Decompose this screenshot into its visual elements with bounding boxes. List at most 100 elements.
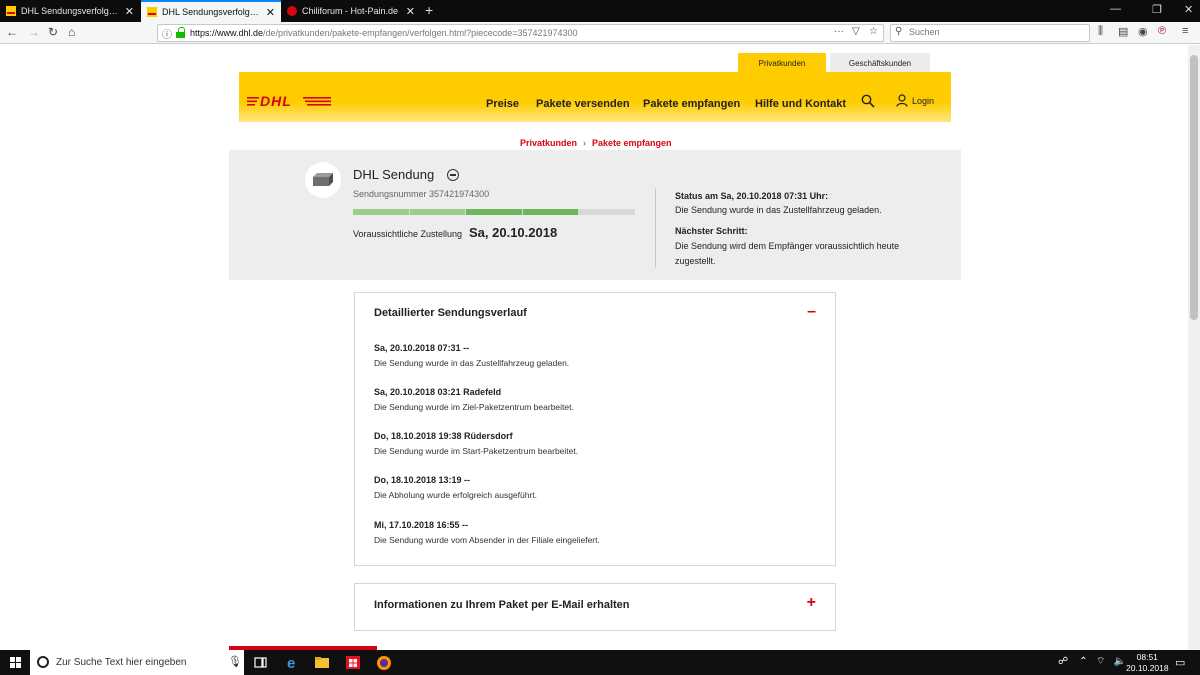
event-text: Die Abholung wurde erfolgreich ausgeführ… bbox=[374, 490, 538, 500]
search-icon[interactable] bbox=[861, 94, 875, 108]
taskbar-search[interactable]: Zur Suche Text hier eingeben 🎙 bbox=[30, 650, 244, 675]
lock-icon[interactable] bbox=[176, 27, 185, 38]
close-tab-icon[interactable]: ✕ bbox=[266, 6, 275, 19]
expand-plus-icon[interactable]: + bbox=[807, 594, 816, 612]
package-icon bbox=[313, 173, 333, 186]
microphone-icon[interactable]: 🎙 bbox=[228, 655, 242, 668]
close-tab-icon[interactable]: ✕ bbox=[406, 5, 415, 18]
cortana-icon bbox=[37, 656, 49, 668]
chevron-up-icon[interactable]: ⌃ bbox=[1079, 656, 1087, 667]
dhl-logo[interactable]: DHL bbox=[247, 94, 331, 108]
minimize-icon[interactable]: — bbox=[1110, 3, 1121, 15]
windows-taskbar: Zur Suche Text hier eingeben 🎙 e ☍ ⌃ ⌔ 🔈… bbox=[0, 650, 1200, 675]
chili-favicon-icon bbox=[287, 6, 297, 16]
nav-pakete-versenden[interactable]: Pakete versenden bbox=[536, 98, 630, 110]
nav-pakete-empfangen[interactable]: Pakete empfangen bbox=[643, 98, 740, 110]
task-view-icon[interactable] bbox=[253, 655, 269, 670]
event-date: Sa, 20.10.2018 03:21 Radefeld bbox=[374, 387, 502, 397]
page-actions-icon[interactable]: ··· bbox=[834, 26, 844, 37]
event-date: Mi, 17.10.2018 16:55 -- bbox=[374, 520, 469, 530]
tab-chiliforum[interactable]: Chiliforum - Hot-Pain.de ✕ bbox=[281, 0, 421, 22]
menu-icon[interactable]: ≡ bbox=[1182, 25, 1188, 37]
collapse-icon[interactable] bbox=[447, 169, 459, 181]
new-tab-icon[interactable]: + bbox=[425, 2, 433, 18]
tab-title: DHL Sendungsverfolgung - de bbox=[21, 6, 119, 16]
event-date: Sa, 20.10.2018 07:31 -- bbox=[374, 343, 470, 353]
clock-time: 08:51 bbox=[1136, 652, 1158, 662]
info-icon[interactable]: ⓘ bbox=[162, 26, 172, 41]
history-event: Sa, 20.10.2018 03:21 Radefeld Die Sendun… bbox=[374, 387, 574, 412]
event-date: Do, 18.10.2018 19:38 Rüdersdorf bbox=[374, 431, 513, 441]
tracking-number: Sendungsnummer 357421974300 bbox=[353, 189, 490, 199]
svg-text:e: e bbox=[287, 655, 295, 670]
home-icon[interactable]: ⌂ bbox=[68, 25, 75, 39]
file-explorer-icon[interactable] bbox=[314, 655, 330, 670]
restore-icon[interactable]: ❐ bbox=[1152, 3, 1162, 16]
status-heading: Status am Sa, 20.10.2018 07:31 Uhr: bbox=[675, 191, 829, 201]
progress-bar bbox=[353, 209, 635, 215]
event-text: Die Sendung wurde im Start-Paketzentrum … bbox=[374, 446, 579, 456]
history-event: Do, 18.10.2018 13:19 -- Die Abholung wur… bbox=[374, 475, 537, 500]
back-icon[interactable]: ← bbox=[6, 25, 18, 39]
breadcrumb: Privatkunden › Pakete empfangen bbox=[520, 138, 672, 148]
web-page: Privatkunden Geschäftskunden DHL Preise … bbox=[0, 45, 1188, 650]
clock[interactable]: 08:51 20.10.2018 bbox=[1126, 652, 1169, 674]
user-icon bbox=[896, 94, 908, 107]
browser-tab-strip: DHL Sendungsverfolgung - de ✕ DHL Sendun… bbox=[0, 0, 1200, 22]
url-path: /de/privatkunden/pakete-empfangen/verfol… bbox=[263, 28, 578, 38]
shipment-title: DHL Sendung bbox=[353, 167, 435, 182]
package-icon-circle bbox=[305, 162, 341, 198]
login-label: Login bbox=[912, 95, 935, 106]
dhl-favicon-icon bbox=[147, 7, 157, 17]
collapse-minus-icon[interactable]: – bbox=[807, 303, 816, 321]
reload-icon[interactable]: ↻ bbox=[48, 25, 58, 39]
breadcrumb-pakete-empfangen[interactable]: Pakete empfangen bbox=[592, 138, 672, 148]
email-info-panel: Informationen zu Ihrem Paket per E-Mail … bbox=[354, 583, 836, 631]
nav-hilfe-und-kontakt[interactable]: Hilfe und Kontakt bbox=[755, 98, 846, 110]
shipment-summary: DHL Sendung Sendungsnummer 357421974300 … bbox=[229, 150, 961, 280]
tab-dhl-sendungsverfolgung[interactable]: DHL Sendungsverfolgung ✕ bbox=[141, 0, 281, 22]
tab-title: DHL Sendungsverfolgung bbox=[162, 7, 260, 17]
search-input[interactable] bbox=[909, 27, 1084, 37]
progress-step-done bbox=[353, 209, 409, 215]
notification-icon[interactable]: ▭ bbox=[1175, 656, 1185, 669]
history-title[interactable]: Detaillierter Sendungsverlauf bbox=[374, 307, 527, 319]
edge-icon[interactable]: e bbox=[285, 655, 301, 670]
progress-step-done bbox=[522, 209, 579, 215]
sidebar-icon[interactable]: ▤ bbox=[1118, 25, 1128, 38]
store-icon[interactable] bbox=[345, 655, 361, 670]
scrollbar-thumb[interactable] bbox=[1190, 55, 1198, 320]
firefox-icon[interactable] bbox=[376, 655, 392, 670]
url-host: https://www.dhl.de bbox=[190, 28, 264, 38]
forward-icon[interactable]: → bbox=[28, 25, 40, 39]
volume-icon[interactable]: 🔈 bbox=[1114, 656, 1126, 667]
sync-icon[interactable]: ◉ bbox=[1138, 25, 1148, 38]
people-icon[interactable]: ☍ bbox=[1058, 656, 1068, 667]
next-step-text: Die Sendung wird dem Empfänger voraussic… bbox=[675, 241, 900, 266]
windows-start-icon[interactable] bbox=[10, 657, 21, 668]
tab-dhl-sendungsverfolgung-de[interactable]: DHL Sendungsverfolgung - de ✕ bbox=[0, 0, 140, 22]
taskbar-search-placeholder: Zur Suche Text hier eingeben bbox=[56, 657, 187, 668]
search-bar[interactable]: ⚲ bbox=[890, 24, 1090, 42]
login-button[interactable]: Login bbox=[896, 94, 934, 107]
library-icon[interactable]: ⫼ bbox=[1098, 25, 1103, 38]
pocket-icon[interactable]: ▽ bbox=[852, 26, 860, 37]
eta-label: Voraussichtliche Zustellung bbox=[353, 229, 463, 239]
history-event: Do, 18.10.2018 19:38 Rüdersdorf Die Send… bbox=[374, 431, 578, 456]
address-bar[interactable]: ⓘ https://www.dhl.de/de/privatkunden/pak… bbox=[157, 24, 884, 42]
dhl-favicon-icon bbox=[6, 6, 16, 16]
email-info-title[interactable]: Informationen zu Ihrem Paket per E-Mail … bbox=[374, 599, 630, 611]
history-panel: Detaillierter Sendungsverlauf – Sa, 20.1… bbox=[354, 292, 836, 566]
close-tab-icon[interactable]: ✕ bbox=[125, 5, 134, 18]
pinterest-icon[interactable]: ℗ bbox=[1158, 25, 1166, 37]
history-event: Mi, 17.10.2018 16:55 -- Die Sendung wurd… bbox=[374, 520, 600, 545]
page-scrollbar[interactable] bbox=[1188, 45, 1200, 650]
nav-preise[interactable]: Preise bbox=[486, 98, 519, 110]
breadcrumb-privatkunden[interactable]: Privatkunden bbox=[520, 138, 577, 148]
event-text: Die Sendung wurde im Ziel-Paketzentrum b… bbox=[374, 402, 574, 412]
bookmark-star-icon[interactable]: ☆ bbox=[869, 26, 878, 37]
clock-date: 20.10.2018 bbox=[1126, 663, 1169, 673]
close-window-icon[interactable]: ✕ bbox=[1184, 3, 1193, 16]
network-icon[interactable]: ⌔ bbox=[1096, 656, 1105, 667]
url-text[interactable]: https://www.dhl.de/de/privatkunden/paket… bbox=[190, 28, 578, 38]
